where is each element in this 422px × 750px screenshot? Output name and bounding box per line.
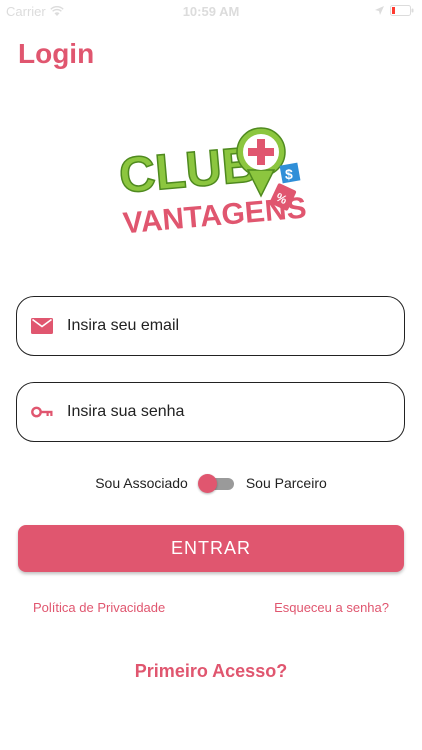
club-vantagens-logo: CLUB VANTAGENS $ % [116,127,308,240]
first-access-link[interactable]: Primeiro Acesso? [0,661,422,682]
envelope-icon [31,315,53,337]
key-icon [31,401,53,423]
email-input[interactable] [67,317,367,335]
toggle-label-associado: Sou Associado [95,475,188,491]
battery-icon [390,5,414,16]
password-input[interactable] [67,403,367,421]
status-bar: Carrier 10:59 AM [0,0,422,22]
email-field[interactable] [16,296,405,356]
svg-text:$: $ [285,166,293,182]
password-field[interactable] [16,382,405,442]
status-right [375,5,414,16]
privacy-policy-link[interactable]: Política de Privacidade [33,600,165,615]
page-title: Login [18,38,95,69]
forgot-password-link[interactable]: Esqueceu a senha? [274,600,389,615]
switch-knob [197,474,217,493]
status-time: 10:59 AM [182,4,240,19]
account-type-switch[interactable] [197,473,236,493]
location-icon [375,6,384,15]
login-button[interactable]: ENTRAR [18,525,404,572]
account-type-toggle-row: Sou Associado Sou Parceiro [0,470,422,496]
toggle-label-parceiro: Sou Parceiro [245,475,327,491]
